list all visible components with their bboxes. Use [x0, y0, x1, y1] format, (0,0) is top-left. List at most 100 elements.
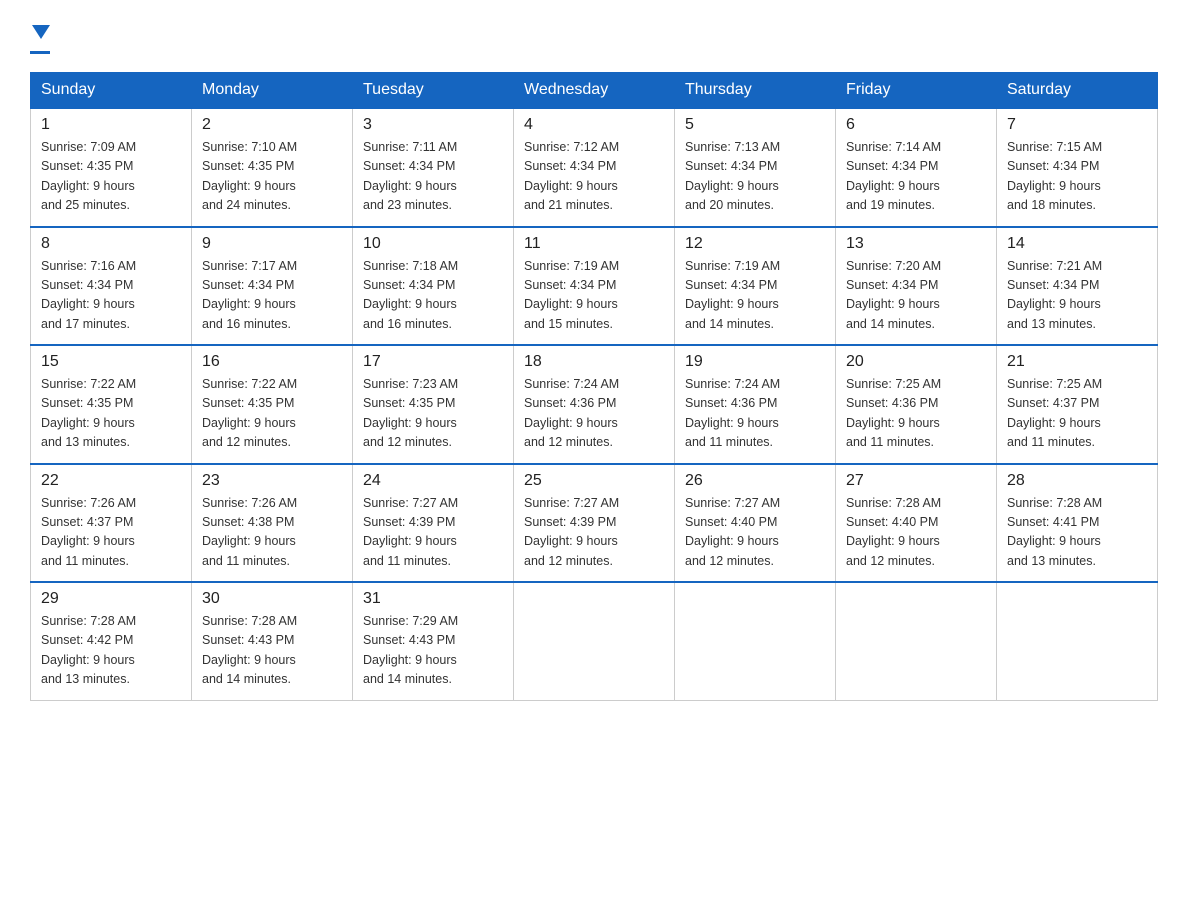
- calendar-day-cell: 6 Sunrise: 7:14 AMSunset: 4:34 PMDaylight…: [836, 108, 997, 227]
- day-info: Sunrise: 7:27 AMSunset: 4:40 PMDaylight:…: [685, 494, 825, 572]
- day-number: 31: [363, 590, 503, 608]
- weekday-header-wednesday: Wednesday: [514, 73, 675, 109]
- calendar-day-cell: 16 Sunrise: 7:22 AMSunset: 4:35 PMDayligh…: [192, 345, 353, 464]
- day-number: 28: [1007, 472, 1147, 490]
- calendar-day-cell: 19 Sunrise: 7:24 AMSunset: 4:36 PMDayligh…: [675, 345, 836, 464]
- day-info: Sunrise: 7:29 AMSunset: 4:43 PMDaylight:…: [363, 612, 503, 690]
- day-number: 21: [1007, 353, 1147, 371]
- calendar-week-row: 8 Sunrise: 7:16 AMSunset: 4:34 PMDaylight…: [31, 227, 1158, 346]
- calendar-day-cell: 21 Sunrise: 7:25 AMSunset: 4:37 PMDayligh…: [997, 345, 1158, 464]
- day-info: Sunrise: 7:22 AMSunset: 4:35 PMDaylight:…: [41, 375, 181, 453]
- calendar-day-cell: 17Sunrise: 7:23 AMSunset: 4:35 PMDayligh…: [353, 345, 514, 464]
- calendar-day-cell: 13 Sunrise: 7:20 AMSunset: 4:34 PMDayligh…: [836, 227, 997, 346]
- day-number: 18: [524, 353, 664, 371]
- page-header: [30, 20, 1158, 54]
- weekday-header-tuesday: Tuesday: [353, 73, 514, 109]
- day-number: 26: [685, 472, 825, 490]
- day-info: Sunrise: 7:23 AMSunset: 4:35 PMDaylight:…: [363, 375, 503, 453]
- calendar-day-cell: [514, 582, 675, 700]
- logo-divider: [30, 51, 50, 54]
- day-number: 12: [685, 235, 825, 253]
- day-number: 22: [41, 472, 181, 490]
- day-number: 8: [41, 235, 181, 253]
- day-info: Sunrise: 7:15 AMSunset: 4:34 PMDaylight:…: [1007, 138, 1147, 216]
- weekday-header-friday: Friday: [836, 73, 997, 109]
- day-number: 4: [524, 116, 664, 134]
- day-info: Sunrise: 7:27 AMSunset: 4:39 PMDaylight:…: [524, 494, 664, 572]
- calendar-day-cell: 11Sunrise: 7:19 AMSunset: 4:34 PMDayligh…: [514, 227, 675, 346]
- logo-text: [30, 20, 50, 48]
- calendar-week-row: 29 Sunrise: 7:28 AMSunset: 4:42 PMDayligh…: [31, 582, 1158, 700]
- day-number: 30: [202, 590, 342, 608]
- day-info: Sunrise: 7:18 AMSunset: 4:34 PMDaylight:…: [363, 257, 503, 335]
- day-info: Sunrise: 7:26 AMSunset: 4:38 PMDaylight:…: [202, 494, 342, 572]
- calendar-day-cell: 9Sunrise: 7:17 AMSunset: 4:34 PMDaylight…: [192, 227, 353, 346]
- day-info: Sunrise: 7:19 AMSunset: 4:34 PMDaylight:…: [685, 257, 825, 335]
- calendar-day-cell: 31 Sunrise: 7:29 AMSunset: 4:43 PMDayligh…: [353, 582, 514, 700]
- day-info: Sunrise: 7:27 AMSunset: 4:39 PMDaylight:…: [363, 494, 503, 572]
- day-number: 25: [524, 472, 664, 490]
- calendar-day-cell: 28 Sunrise: 7:28 AMSunset: 4:41 PMDayligh…: [997, 464, 1158, 583]
- weekday-header-sunday: Sunday: [31, 73, 192, 109]
- day-info: Sunrise: 7:11 AMSunset: 4:34 PMDaylight:…: [363, 138, 503, 216]
- day-number: 20: [846, 353, 986, 371]
- day-info: Sunrise: 7:21 AMSunset: 4:34 PMDaylight:…: [1007, 257, 1147, 335]
- day-info: Sunrise: 7:25 AMSunset: 4:37 PMDaylight:…: [1007, 375, 1147, 453]
- calendar-day-cell: 8 Sunrise: 7:16 AMSunset: 4:34 PMDaylight…: [31, 227, 192, 346]
- day-number: 2: [202, 116, 342, 134]
- day-number: 3: [363, 116, 503, 134]
- day-number: 5: [685, 116, 825, 134]
- weekday-header-row: SundayMondayTuesdayWednesdayThursdayFrid…: [31, 73, 1158, 109]
- day-number: 6: [846, 116, 986, 134]
- day-info: Sunrise: 7:25 AMSunset: 4:36 PMDaylight:…: [846, 375, 986, 453]
- day-number: 14: [1007, 235, 1147, 253]
- calendar-day-cell: 4Sunrise: 7:12 AMSunset: 4:34 PMDaylight…: [514, 108, 675, 227]
- day-info: Sunrise: 7:22 AMSunset: 4:35 PMDaylight:…: [202, 375, 342, 453]
- calendar-day-cell: [836, 582, 997, 700]
- calendar-day-cell: 7 Sunrise: 7:15 AMSunset: 4:34 PMDaylight…: [997, 108, 1158, 227]
- calendar-week-row: 15 Sunrise: 7:22 AMSunset: 4:35 PMDayligh…: [31, 345, 1158, 464]
- calendar-day-cell: 23 Sunrise: 7:26 AMSunset: 4:38 PMDayligh…: [192, 464, 353, 583]
- calendar-week-row: 1 Sunrise: 7:09 AMSunset: 4:35 PMDaylight…: [31, 108, 1158, 227]
- day-info: Sunrise: 7:19 AMSunset: 4:34 PMDaylight:…: [524, 257, 664, 335]
- calendar-day-cell: 18Sunrise: 7:24 AMSunset: 4:36 PMDayligh…: [514, 345, 675, 464]
- day-info: Sunrise: 7:17 AMSunset: 4:34 PMDaylight:…: [202, 257, 342, 335]
- calendar-day-cell: 5Sunrise: 7:13 AMSunset: 4:34 PMDaylight…: [675, 108, 836, 227]
- day-info: Sunrise: 7:16 AMSunset: 4:34 PMDaylight:…: [41, 257, 181, 335]
- calendar-day-cell: 2 Sunrise: 7:10 AMSunset: 4:35 PMDaylight…: [192, 108, 353, 227]
- calendar-day-cell: 26 Sunrise: 7:27 AMSunset: 4:40 PMDayligh…: [675, 464, 836, 583]
- day-info: Sunrise: 7:24 AMSunset: 4:36 PMDaylight:…: [685, 375, 825, 453]
- calendar-day-cell: 10 Sunrise: 7:18 AMSunset: 4:34 PMDayligh…: [353, 227, 514, 346]
- day-info: Sunrise: 7:10 AMSunset: 4:35 PMDaylight:…: [202, 138, 342, 216]
- calendar-day-cell: [675, 582, 836, 700]
- day-info: Sunrise: 7:26 AMSunset: 4:37 PMDaylight:…: [41, 494, 181, 572]
- day-number: 24: [363, 472, 503, 490]
- day-info: Sunrise: 7:20 AMSunset: 4:34 PMDaylight:…: [846, 257, 986, 335]
- weekday-header-thursday: Thursday: [675, 73, 836, 109]
- day-number: 19: [685, 353, 825, 371]
- day-number: 16: [202, 353, 342, 371]
- calendar-day-cell: 14 Sunrise: 7:21 AMSunset: 4:34 PMDayligh…: [997, 227, 1158, 346]
- day-info: Sunrise: 7:28 AMSunset: 4:41 PMDaylight:…: [1007, 494, 1147, 572]
- weekday-header-monday: Monday: [192, 73, 353, 109]
- day-info: Sunrise: 7:09 AMSunset: 4:35 PMDaylight:…: [41, 138, 181, 216]
- day-info: Sunrise: 7:28 AMSunset: 4:42 PMDaylight:…: [41, 612, 181, 690]
- day-number: 10: [363, 235, 503, 253]
- day-number: 29: [41, 590, 181, 608]
- day-number: 23: [202, 472, 342, 490]
- day-info: Sunrise: 7:28 AMSunset: 4:40 PMDaylight:…: [846, 494, 986, 572]
- calendar-day-cell: 22 Sunrise: 7:26 AMSunset: 4:37 PMDayligh…: [31, 464, 192, 583]
- calendar-week-row: 22 Sunrise: 7:26 AMSunset: 4:37 PMDayligh…: [31, 464, 1158, 583]
- calendar-day-cell: [997, 582, 1158, 700]
- day-number: 27: [846, 472, 986, 490]
- calendar-day-cell: 1 Sunrise: 7:09 AMSunset: 4:35 PMDaylight…: [31, 108, 192, 227]
- calendar-day-cell: 20 Sunrise: 7:25 AMSunset: 4:36 PMDayligh…: [836, 345, 997, 464]
- day-number: 7: [1007, 116, 1147, 134]
- logo: [30, 20, 50, 54]
- day-number: 1: [41, 116, 181, 134]
- calendar-day-cell: 24 Sunrise: 7:27 AMSunset: 4:39 PMDayligh…: [353, 464, 514, 583]
- calendar-day-cell: 30Sunrise: 7:28 AMSunset: 4:43 PMDayligh…: [192, 582, 353, 700]
- day-number: 15: [41, 353, 181, 371]
- day-info: Sunrise: 7:14 AMSunset: 4:34 PMDaylight:…: [846, 138, 986, 216]
- day-number: 13: [846, 235, 986, 253]
